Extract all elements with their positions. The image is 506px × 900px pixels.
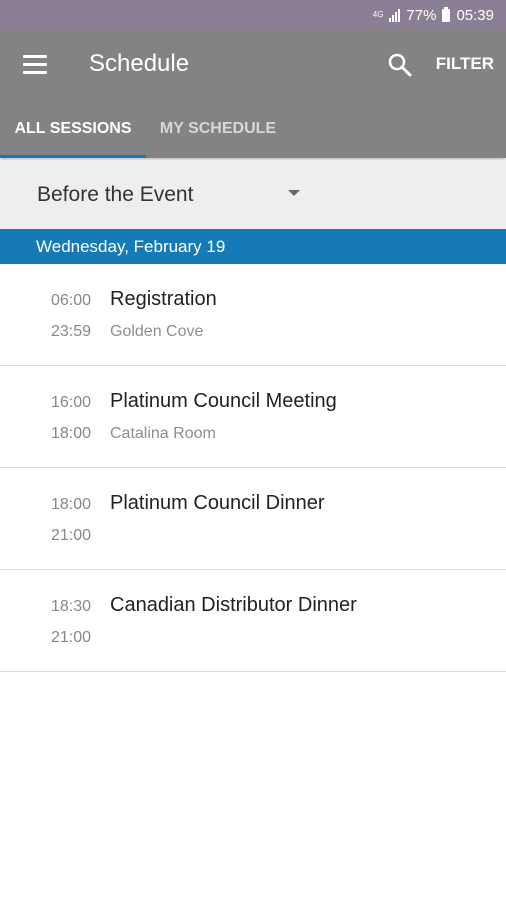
status-bar: 4G 77% 05:39 — [0, 0, 506, 30]
period-dropdown[interactable]: Before the Event — [0, 160, 506, 229]
clock: 05:39 — [456, 6, 494, 24]
session-item[interactable]: 06:00 23:59 Registration Golden Cove — [0, 264, 506, 366]
session-end-time: 21:00 — [50, 527, 91, 544]
session-item[interactable]: 18:30 21:00 Canadian Distributor Dinner — [0, 570, 506, 672]
dropdown-selected-value: Before the Event — [37, 183, 194, 206]
tab-bar: ALL SESSIONS MY SCHEDULE — [0, 100, 506, 158]
signal-icon — [389, 8, 401, 22]
session-title: Platinum Council Meeting — [110, 390, 337, 412]
session-location: Catalina Room — [110, 425, 216, 442]
session-end-time: 21:00 — [50, 629, 91, 646]
menu-icon[interactable] — [23, 55, 47, 75]
page-title: Schedule — [89, 50, 190, 77]
session-location: Golden Cove — [110, 323, 204, 340]
session-title: Platinum Council Dinner — [110, 492, 325, 514]
session-end-time: 23:59 — [50, 323, 91, 340]
session-item[interactable]: 16:00 18:00 Platinum Council Meeting Cat… — [0, 366, 506, 468]
network-type: 4G — [372, 10, 384, 19]
session-end-time: 18:00 — [50, 425, 91, 442]
session-title: Registration — [110, 288, 217, 310]
session-start-time: 06:00 — [50, 292, 91, 309]
app-bar: Schedule FILTER — [0, 30, 506, 100]
battery-icon — [442, 6, 451, 22]
status-icons: 4G 77% 05:39 — [373, 0, 494, 30]
tab-my-schedule[interactable]: MY SCHEDULE — [146, 100, 290, 158]
search-icon[interactable] — [387, 52, 413, 78]
day-label: Wednesday, February 19 — [36, 237, 226, 256]
session-start-time: 16:00 — [50, 394, 91, 411]
battery-percent: 77% — [406, 6, 437, 24]
tab-indicator — [0, 155, 146, 158]
filter-button[interactable]: FILTER — [436, 54, 494, 74]
day-header: Wednesday, February 19 — [0, 229, 506, 264]
session-title: Canadian Distributor Dinner — [110, 594, 357, 616]
session-item[interactable]: 18:00 21:00 Platinum Council Dinner — [0, 468, 506, 570]
session-list: 06:00 23:59 Registration Golden Cove 16:… — [0, 264, 506, 672]
session-start-time: 18:30 — [50, 598, 91, 615]
tab-all-sessions[interactable]: ALL SESSIONS — [0, 100, 146, 158]
caret-down-icon — [288, 190, 300, 196]
session-start-time: 18:00 — [50, 496, 91, 513]
